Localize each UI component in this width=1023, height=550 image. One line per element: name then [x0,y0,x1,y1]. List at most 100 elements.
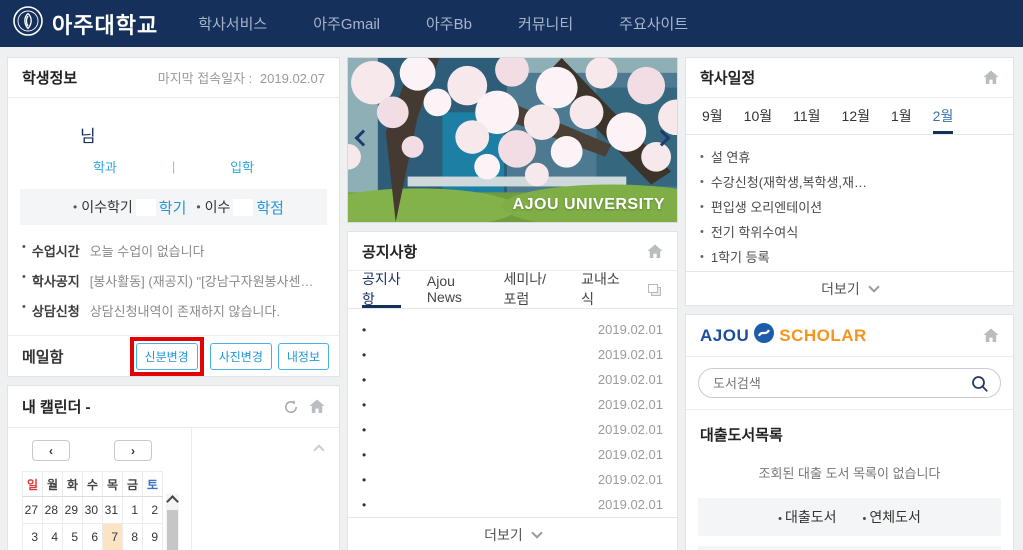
notice-list: 2019.02.012019.02.012019.02.012019.02.01… [348,309,677,517]
schedule-title: 학사일정 [700,67,755,88]
semester-value-blank [136,199,156,216]
schedule-item[interactable]: 1학기 등록 [700,244,999,269]
library-notice-box[interactable]: 공지사항 서 반납 안내 [698,546,1001,550]
calendar-cell[interactable]: 31 [103,497,123,524]
notice-item[interactable]: 2019.02.01 [362,492,663,517]
mailbox-label[interactable]: 메일함 [22,346,63,367]
calendar-day-header: 월 [43,472,63,497]
ajou-scholar-logo[interactable]: AJOU SCHOLAR [700,322,867,349]
department-link[interactable]: 학과 [38,157,172,176]
month-tab-nov[interactable]: 11월 [793,98,820,134]
book-search-input[interactable] [713,376,964,391]
university-logo[interactable]: 아주대학교 [12,5,158,42]
tab-seminar-forum[interactable]: 세미나/포럼 [503,271,555,308]
menu-ajou-gmail[interactable]: 아주Gmail [313,13,380,34]
credit-summary: •이수학기 학기 •이수 학점 [20,189,327,225]
calendar-cell[interactable]: 4 [43,524,63,550]
month-tab-oct[interactable]: 10월 [744,98,772,134]
highlight-annotation-box: 신분변경 [130,337,204,376]
identity-change-button[interactable]: 신분변경 [136,343,198,370]
notice-item[interactable]: 2019.02.01 [362,317,663,342]
student-links: 학과 | 입학 [8,157,339,176]
notice-item[interactable]: 2019.02.01 [362,417,663,442]
menu-ajou-bb[interactable]: 아주Bb [426,13,472,34]
month-tab-jan[interactable]: 1월 [891,98,912,134]
month-tab-dec[interactable]: 12월 [842,98,870,134]
tab-campus-news[interactable]: 교내소식 [581,271,620,308]
calendar-cell[interactable]: 8 [123,524,143,550]
notice-item[interactable]: 2019.02.01 [362,342,663,367]
loan-list-title: 대출도서목록 [686,410,1013,449]
calendar-day-header: 일 [23,472,43,497]
student-name: 님 [8,98,339,147]
calendar-cell[interactable]: 6 [83,524,103,550]
counseling-row[interactable]: 상담신청 상담신청내역이 존재하지 않습니다. [22,301,325,320]
scrollbar-thumb[interactable] [167,510,178,550]
schedule-item[interactable]: 전기 학위수여식 [700,219,999,244]
schedule-item[interactable]: 수강신청(재학생,복학생,재… [700,169,999,194]
calendar-day-header: 금 [123,472,143,497]
admission-link[interactable]: 입학 [175,157,309,176]
academic-notice-row[interactable]: 학사공지 [봉사활동] (재공지) "[강남구자원봉사센터]… [22,271,325,290]
schedule-item[interactable]: 편입생 오리엔테이션 [700,194,999,219]
ajou-scholar-panel: AJOU SCHOLAR [685,314,1014,550]
calendar-cell[interactable]: 30 [83,497,103,524]
open-all-windows-icon[interactable] [646,271,663,308]
photo-change-button[interactable]: 사진변경 [210,343,272,370]
calendar-cell[interactable]: 28 [43,497,63,524]
calendar-day-header: 목 [103,472,123,497]
collapse-chevron-icon[interactable] [313,444,324,455]
book-search-row [686,357,1013,410]
menu-major-sites[interactable]: 주요사이트 [619,13,688,34]
menu-community[interactable]: 커뮤니티 [518,13,573,34]
calendar-divider [191,428,192,550]
calendar-cell[interactable]: 1 [123,497,143,524]
top-navbar: 아주대학교 학사서비스 아주Gmail 아주Bb 커뮤니티 주요사이트 [0,0,1023,47]
home-icon[interactable] [983,328,999,343]
scroll-up-icon[interactable] [166,495,179,508]
menu-academic-services[interactable]: 학사서비스 [198,13,267,34]
campus-photo-carousel: AJOU UNIVERSITY [347,57,678,223]
overdue-books-link[interactable]: 연체도서 [863,507,921,527]
semester-unit[interactable]: 학기 [159,197,187,218]
home-icon[interactable] [647,244,663,259]
notice-board-panel: 공지사항 공지사항 Ajou News 세미나/포럼 교내소식 [347,231,678,550]
notice-item[interactable]: 2019.02.01 [362,442,663,467]
tab-ajou-news[interactable]: Ajou News [427,271,478,308]
notice-item[interactable]: 2019.02.01 [362,392,663,417]
schedule-list: 설 연휴 수강신청(재학생,복학생,재… 편입생 오리엔테이션 전기 학위수여식… [686,135,1013,271]
notice-more-button[interactable]: 더보기 [348,517,677,550]
schedule-item[interactable]: 설 연휴 [700,144,999,169]
calendar-day-header: 토 [143,472,163,497]
notice-item[interactable]: 2019.02.01 [362,367,663,392]
calendar-next-button[interactable]: › [114,440,152,461]
calendar-cell[interactable]: 3 [23,524,43,550]
refresh-icon[interactable] [283,399,299,415]
home-icon[interactable] [309,399,325,414]
class-time-row[interactable]: 수업시간 오늘 수업이 없습니다 [22,241,325,260]
credit-unit[interactable]: 학점 [256,197,284,218]
month-tab-feb[interactable]: 2월 [933,98,954,134]
notice-item[interactable]: 2019.02.01 [362,467,663,492]
calendar-cell[interactable]: 7 [103,524,123,550]
calendar-scrollbar[interactable] [166,494,179,550]
month-tab-sep[interactable]: 9월 [702,98,723,134]
calendar-cell[interactable]: 9 [143,524,163,550]
schedule-more-button[interactable]: 더보기 [686,271,1013,305]
tab-notice[interactable]: 공지사항 [362,271,401,308]
calendar-cell[interactable]: 5 [63,524,83,550]
notice-tabs: 공지사항 Ajou News 세미나/포럼 교내소식 [348,271,677,309]
loan-empty-message: 조회된 대출 도서 목록이 없습니다 [686,463,1013,482]
calendar-day-header: 화 [63,472,83,497]
loan-links-box: 대출도서 연체도서 [698,498,1001,536]
borrowed-books-link[interactable]: 대출도서 [778,507,836,527]
home-icon[interactable] [983,70,999,85]
search-icon[interactable] [971,375,989,398]
calendar-day-header: 수 [83,472,103,497]
my-info-button[interactable]: 내정보 [278,343,329,370]
calendar-cell[interactable]: 2 [143,497,163,524]
calendar-cell[interactable]: 27 [23,497,43,524]
calendar-prev-button[interactable]: ‹ [32,440,70,461]
calendar-cell[interactable]: 29 [63,497,83,524]
university-name: 아주대학교 [52,8,158,40]
